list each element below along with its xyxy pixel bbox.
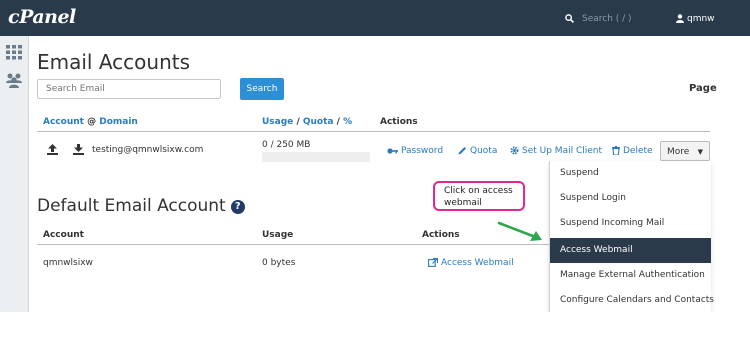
trash-icon — [612, 146, 620, 156]
sort-domain[interactable]: Domain — [99, 117, 138, 127]
quota-label: Quota — [470, 146, 498, 156]
setup-label: Set Up Mail Client — [522, 146, 602, 156]
default-column-actions: Actions — [422, 230, 460, 240]
password-label: Password — [401, 146, 444, 156]
sort-usage[interactable]: Usage — [262, 117, 293, 127]
more-dropdown-menu: Suspend Suspend Login Suspend Incoming M… — [549, 161, 714, 313]
pagination-label: Page — [689, 83, 717, 94]
default-column-usage: Usage — [262, 230, 294, 240]
column-header-account[interactable]: Account @ Domain — [43, 117, 138, 127]
download-icon[interactable] — [73, 144, 84, 155]
more-button[interactable]: More ▼ — [660, 141, 710, 161]
at-symbol: @ — [87, 117, 97, 127]
password-action[interactable]: Password — [387, 146, 443, 156]
default-account-title: Default Email Account? — [37, 196, 245, 216]
default-account-name: qmnwlsixw — [43, 258, 93, 268]
sidebar — [0, 36, 29, 312]
annotation-line-1: Click on access — [444, 186, 513, 196]
cpanel-logo[interactable]: cPanel — [8, 6, 76, 28]
global-search-placeholder: Search ( / ) — [582, 14, 632, 24]
external-link-icon — [428, 257, 439, 267]
usage-progress-bar — [262, 152, 370, 162]
email-search-input[interactable] — [37, 79, 221, 99]
gear-icon — [510, 146, 519, 155]
users-icon[interactable] — [5, 71, 23, 89]
pencil-icon — [458, 147, 466, 155]
menu-item-suspend[interactable]: Suspend — [550, 161, 711, 186]
delete-label: Delete — [623, 146, 653, 156]
user-icon — [676, 14, 684, 23]
table-header-divider — [37, 131, 710, 132]
column-header-usage[interactable]: Usage / Quota / % — [262, 117, 352, 127]
page-title: Email Accounts — [37, 50, 191, 74]
sort-account[interactable]: Account — [43, 117, 84, 127]
slash: / — [296, 117, 300, 127]
default-table-divider — [37, 244, 549, 245]
top-bar: cPanel Search ( / ) qmnw — [0, 0, 750, 36]
upload-icon[interactable] — [47, 144, 58, 155]
search-icon — [565, 14, 574, 23]
grid-icon[interactable] — [5, 43, 23, 61]
menu-item-suspend-incoming-mail[interactable]: Suspend Incoming Mail — [550, 211, 711, 236]
user-menu[interactable]: qmnw — [676, 8, 715, 30]
setup-mail-client-action[interactable]: Set Up Mail Client — [510, 146, 602, 156]
column-header-actions: Actions — [380, 117, 418, 127]
access-webmail-link[interactable]: Access Webmail — [428, 257, 514, 268]
delete-action[interactable]: Delete — [612, 146, 653, 156]
email-address: testing@qmnwlsixw.com — [92, 145, 204, 155]
global-search[interactable]: Search ( / ) — [565, 8, 655, 30]
menu-item-manage-external-authentication[interactable]: Manage External Authentication — [550, 263, 711, 288]
menu-item-configure-calendars-contacts[interactable]: Configure Calendars and Contacts — [550, 288, 714, 313]
access-webmail-label: Access Webmail — [441, 258, 514, 268]
usage-text: 0 / 250 MB — [262, 140, 311, 150]
sort-percent[interactable]: % — [343, 117, 352, 127]
default-column-account: Account — [43, 230, 84, 240]
menu-item-access-webmail[interactable]: Access Webmail — [550, 238, 711, 263]
quota-action[interactable]: Quota — [458, 146, 497, 156]
help-icon[interactable]: ? — [230, 200, 245, 214]
search-button[interactable]: Search — [240, 78, 284, 100]
page-bottom-area — [0, 312, 750, 347]
key-icon — [387, 148, 398, 154]
default-account-title-text: Default Email Account — [37, 196, 226, 216]
slash: / — [336, 117, 340, 127]
username: qmnw — [687, 14, 715, 24]
sort-quota[interactable]: Quota — [303, 117, 334, 127]
annotation-callout: Click on access webmail — [433, 181, 525, 211]
more-label: More — [667, 147, 690, 157]
default-account-usage: 0 bytes — [262, 258, 296, 268]
annotation-line-2: webmail — [444, 198, 482, 208]
caret-down-icon: ▼ — [697, 148, 703, 156]
annotation-arrow — [497, 221, 542, 241]
menu-item-suspend-login[interactable]: Suspend Login — [550, 186, 711, 211]
